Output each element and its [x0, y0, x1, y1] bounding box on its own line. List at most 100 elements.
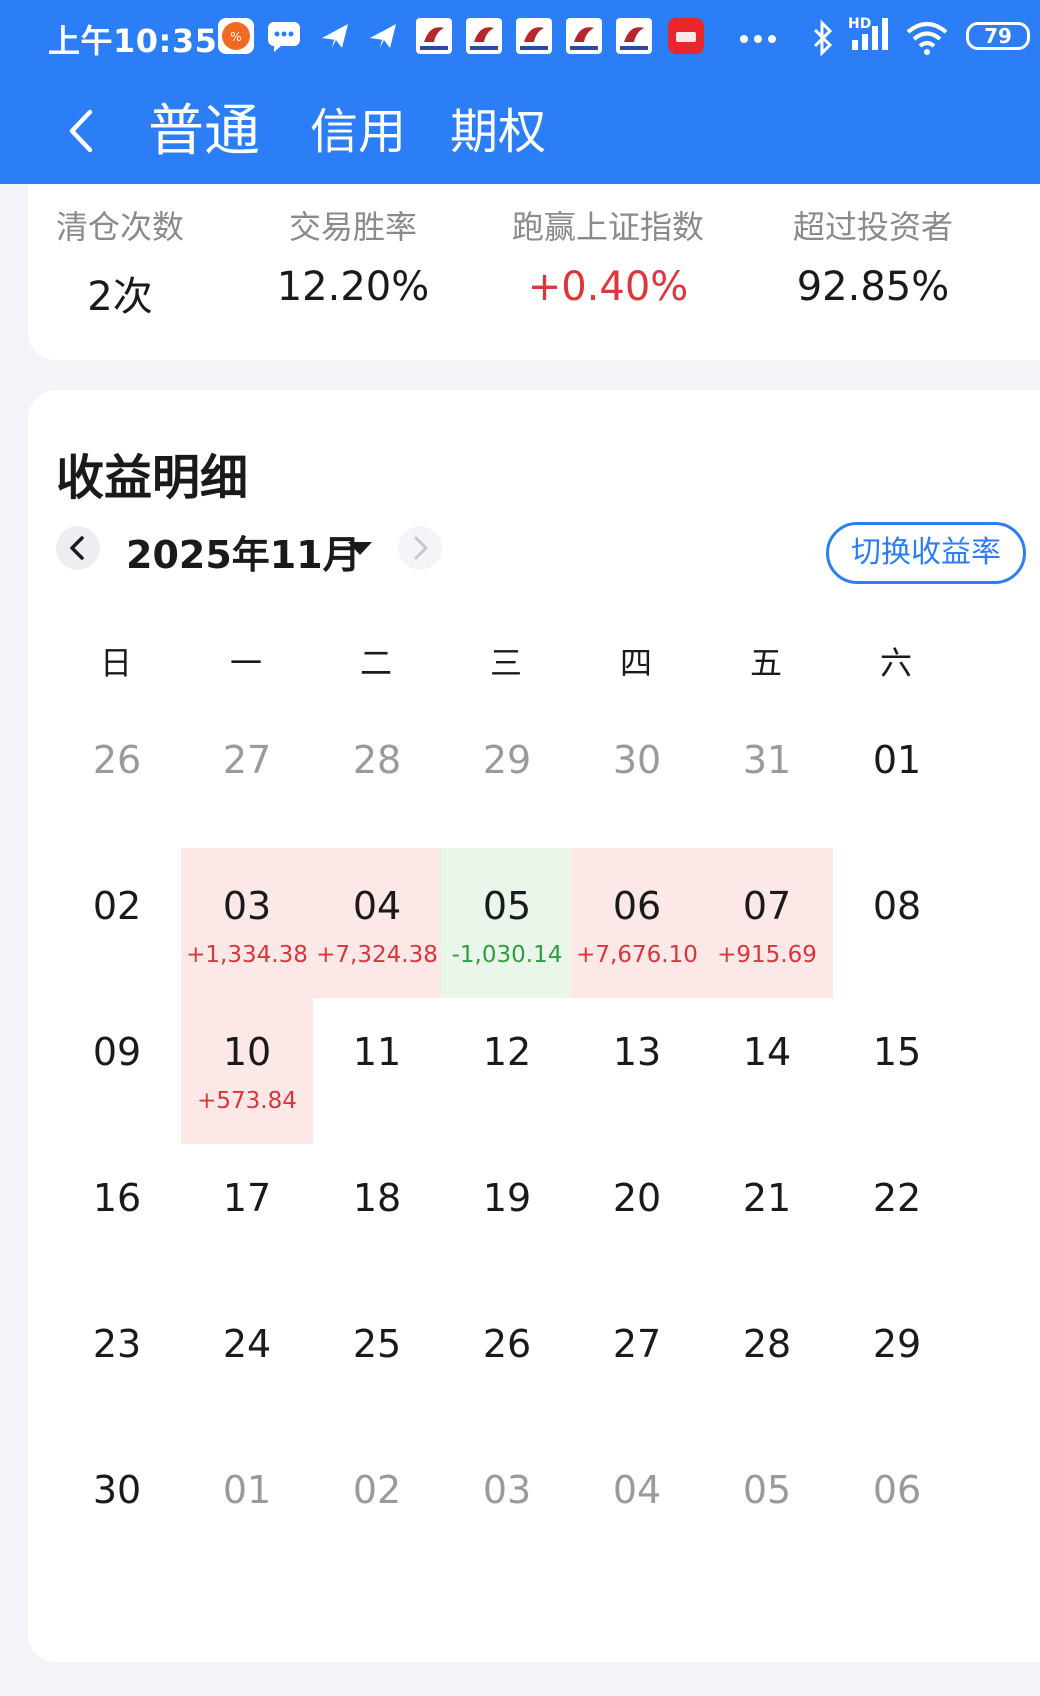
calendar-day-cell[interactable]: 06 +7,676.10 [571, 848, 703, 998]
calendar-day-cell[interactable]: 20 [571, 1140, 703, 1290]
calendar-day-cell[interactable]: 26 [51, 702, 183, 852]
calendar-day-number: 08 [872, 884, 922, 928]
calendar-day-number: 14 [742, 1030, 792, 1074]
next-month-button[interactable] [398, 526, 442, 570]
calendar-day-cell[interactable]: 22 [831, 1140, 963, 1290]
calendar-day-cell[interactable]: 02 [51, 848, 183, 998]
calendar-day-cell[interactable]: 06 [831, 1432, 963, 1582]
calendar-day-number: 23 [92, 1322, 142, 1366]
calendar-day-cell[interactable]: 17 [181, 1140, 313, 1290]
calendar-day-cell[interactable]: 16 [51, 1140, 183, 1290]
calendar-day-cell[interactable]: 28 [701, 1286, 833, 1436]
calendar-day-amount: +7,676.10 [576, 942, 698, 968]
app-badge-icon [516, 18, 552, 54]
calendar-day-cell[interactable]: 25 [311, 1286, 443, 1436]
calendar-day-number: 24 [222, 1322, 272, 1366]
weekday-label: 日 [99, 644, 132, 682]
prev-month-button[interactable] [56, 526, 100, 570]
app-badge-icon [616, 18, 652, 54]
calendar-day-cell[interactable]: 11 [311, 994, 443, 1144]
nav-bar: 普通 信用 期权 [0, 76, 1040, 184]
calendar-day-number: 11 [352, 1030, 402, 1074]
calendar-day-cell[interactable]: 10 +573.84 [181, 994, 313, 1144]
calendar-day-cell[interactable]: 30 [571, 702, 703, 852]
calendar-day-cell[interactable]: 29 [441, 702, 573, 852]
calendar-day-cell[interactable]: 31 [701, 702, 833, 852]
calendar-day-number: 27 [222, 738, 272, 782]
calendar-day-amount: +915.69 [717, 942, 817, 968]
weekday-label: 二 [359, 644, 392, 682]
calendar-day-cell[interactable]: 24 [181, 1286, 313, 1436]
calendar-day-number: 01 [222, 1468, 272, 1512]
chevron-right-icon [414, 536, 428, 560]
calendar-day-cell[interactable]: 02 [311, 1432, 443, 1582]
calendar-day-cell[interactable]: 13 [571, 994, 703, 1144]
calendar-day-cell[interactable]: 01 [181, 1432, 313, 1582]
stat-label: 交易胜率 [288, 208, 417, 246]
calendar-day-cell[interactable]: 05 -1,030.14 [441, 848, 573, 998]
tab-credit[interactable]: 信用 [310, 92, 406, 162]
calendar-day-cell[interactable]: 14 [701, 994, 833, 1144]
calendar-day-cell[interactable]: 04 [571, 1432, 703, 1582]
calendar-day-number: 29 [482, 738, 532, 782]
month-selector[interactable]: 2025年11月 [126, 524, 361, 579]
tab-normal[interactable]: 普通 [148, 86, 260, 167]
calendar-day-cell[interactable]: 27 [571, 1286, 703, 1436]
calendar-day-number: 17 [222, 1176, 272, 1220]
calendar-day-number: 02 [352, 1468, 402, 1512]
calendar-day-number: 30 [612, 738, 662, 782]
profit-detail-card: 收益明细 2025年11月 切换收益率 日 一 二 三 四 五 六 26 27 28 29 30 31… [28, 390, 1040, 1662]
send-icon [318, 18, 354, 54]
calendar-day-number: 16 [92, 1176, 142, 1220]
status-time: 上午10:35 [48, 22, 218, 60]
calendar-day-cell[interactable]: 21 [701, 1140, 833, 1290]
stat-value: 12.20% [276, 264, 430, 310]
weekday-label: 六 [879, 644, 912, 682]
stat-clear-count: 清仓次数 2次 [50, 202, 190, 322]
stat-beat-index: 跑赢上证指数 +0.40% [508, 202, 708, 310]
more-notifications-icon [738, 30, 778, 70]
calendar-day-number: 10 [222, 1030, 272, 1074]
calendar-day-number: 26 [92, 738, 142, 782]
calendar-day-number: 05 [482, 884, 532, 928]
calendar-day-cell[interactable]: 19 [441, 1140, 573, 1290]
calendar-day-cell[interactable]: 27 [181, 702, 313, 852]
calendar-day-number: 22 [872, 1176, 922, 1220]
calendar-day-number: 25 [352, 1322, 402, 1366]
calendar-day-cell[interactable]: 15 [831, 994, 963, 1144]
calendar-day-cell[interactable]: 30 [51, 1432, 183, 1582]
calendar-day-cell[interactable]: 03 +1,334.38 [181, 848, 313, 998]
weekday-label: 五 [749, 644, 782, 682]
calendar-day-cell[interactable]: 05 [701, 1432, 833, 1582]
status-bar: 上午10:35 % HD 79 [0, 0, 1040, 76]
calendar-day-number: 15 [872, 1030, 922, 1074]
tab-options[interactable]: 期权 [450, 92, 546, 162]
calendar-day-number: 28 [352, 738, 402, 782]
calendar-day-number: 27 [612, 1322, 662, 1366]
calendar-day-number: 01 [872, 738, 922, 782]
wifi-icon [904, 18, 950, 58]
calendar-day-cell[interactable]: 08 [831, 848, 963, 998]
switch-return-rate-button[interactable]: 切换收益率 [826, 522, 1026, 584]
caret-down-icon[interactable] [348, 542, 372, 555]
calendar-day-cell[interactable]: 18 [311, 1140, 443, 1290]
stat-label: 跑赢上证指数 [511, 208, 704, 246]
calendar-day-cell[interactable]: 29 [831, 1286, 963, 1436]
calendar-day-cell[interactable]: 04 +7,324.38 [311, 848, 443, 998]
calendar-day-number: 06 [872, 1468, 922, 1512]
calendar-day-cell[interactable]: 12 [441, 994, 573, 1144]
calendar-day-cell[interactable]: 09 [51, 994, 183, 1144]
weekday-label: 一 [229, 644, 262, 682]
back-icon[interactable] [60, 106, 104, 156]
summary-card: 清仓次数 2次 交易胜率 12.20% 跑赢上证指数 +0.40% 超过投资者 … [28, 184, 1040, 360]
calendar-day-cell[interactable]: 01 [831, 702, 963, 852]
calendar-day-cell[interactable]: 07 +915.69 [701, 848, 833, 998]
calendar-day-cell[interactable]: 23 [51, 1286, 183, 1436]
calendar-day-cell[interactable]: 28 [311, 702, 443, 852]
stat-label: 超过投资者 [792, 208, 953, 246]
calendar-day-cell[interactable]: 03 [441, 1432, 573, 1582]
calendar-day-cell[interactable]: 26 [441, 1286, 573, 1436]
calendar-day-number: 02 [92, 884, 142, 928]
calendar-day-amount: +7,324.38 [316, 942, 438, 968]
section-title: 收益明细 [56, 450, 249, 506]
